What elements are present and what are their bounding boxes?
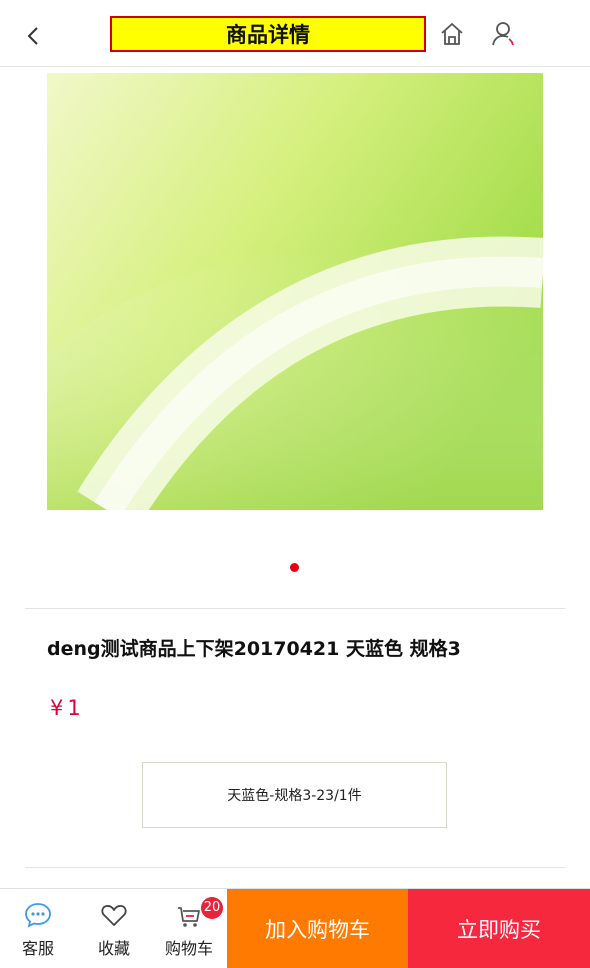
divider	[25, 608, 565, 609]
chat-bubble-icon	[25, 903, 51, 928]
customer-service-label: 客服	[21, 939, 54, 958]
chevron-left-icon	[27, 27, 38, 45]
cart-icon	[178, 907, 200, 927]
buy-now-button[interactable]: 立即购买	[408, 889, 590, 968]
page-title: 商品详情	[110, 16, 426, 52]
divider	[25, 867, 565, 868]
carousel-indicator-dot[interactable]	[290, 563, 299, 572]
product-price: ¥1	[50, 696, 81, 720]
cart-button[interactable]: 20 购物车	[151, 889, 227, 968]
home-icon	[441, 23, 463, 45]
currency-symbol: ¥	[50, 696, 64, 720]
cart-count-badge: 20	[201, 897, 223, 919]
product-photo	[47, 73, 543, 510]
heart-icon	[101, 905, 127, 926]
price-value: 1	[67, 696, 81, 720]
favorite-label: 收藏	[97, 939, 130, 958]
add-to-cart-button[interactable]: 加入购物车	[227, 889, 408, 968]
back-button[interactable]	[18, 20, 50, 52]
header-bar: 商品详情	[0, 0, 590, 67]
customer-service-button[interactable]: 客服	[0, 889, 76, 968]
bottom-action-bar: 客服 收藏 20 购物车 加入购物车 立即购买	[0, 888, 590, 968]
spec-option[interactable]: 天蓝色-规格3-23/1件	[142, 762, 447, 828]
cart-label: 购物车	[164, 939, 213, 958]
product-image[interactable]	[47, 73, 543, 510]
user-button[interactable]	[488, 18, 520, 50]
favorite-button[interactable]: 收藏	[76, 889, 152, 968]
user-icon	[492, 22, 514, 46]
product-name: deng测试商品上下架20170421 天蓝色 规格3	[47, 638, 461, 660]
home-button[interactable]	[436, 18, 468, 50]
